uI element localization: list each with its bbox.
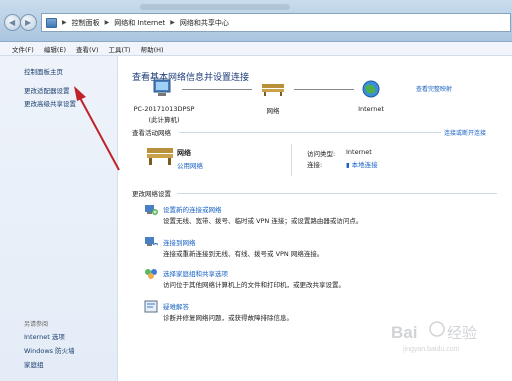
address-bar[interactable]: ▶ 控制面板 ▶ 网络和 Internet ▶ 网络和共享中心 bbox=[41, 13, 511, 32]
baidu-watermark-logo: Bai 经验 jingyan.baidu.com bbox=[391, 321, 477, 353]
internet-label: Internet bbox=[358, 105, 384, 113]
connect-network-icon bbox=[145, 237, 158, 246]
window-title-blurred bbox=[140, 4, 290, 10]
task-troubleshoot[interactable]: 疑难解答 bbox=[163, 301, 189, 311]
forward-arrow-icon: ▶ bbox=[25, 18, 32, 27]
network-type-link[interactable]: 公用网络 bbox=[177, 160, 203, 170]
connect-disconnect-link[interactable]: 连接或断开连接 bbox=[444, 128, 486, 137]
task-setup-connection-desc: 设置无线、宽带、拨号、临时或 VPN 连接；或设置路由器或访问点。 bbox=[163, 217, 363, 225]
active-networks-header: 查看活动网络 bbox=[132, 129, 171, 137]
menu-bar: 文件(F) 编辑(E) 查看(V) 工具(T) 帮助(H) bbox=[0, 42, 512, 56]
page-title: 查看基本网络信息并设置连接 bbox=[132, 73, 250, 83]
local-connection-text: 本地连接 bbox=[351, 161, 378, 169]
svg-text:Bai: Bai bbox=[391, 323, 417, 342]
public-network-bench-icon bbox=[147, 148, 173, 165]
task-homegroup-desc: 访问位于其他网络计算机上的文件和打印机，或更改共享设置。 bbox=[163, 281, 345, 289]
sidebar-item-adapter-settings[interactable]: 更改适配器设置 bbox=[24, 85, 70, 95]
chevron-right-icon: ▶ bbox=[62, 19, 67, 26]
see-also-homegroup[interactable]: 家庭组 bbox=[24, 359, 44, 369]
computer-name-label: PC-20171013DPSP bbox=[133, 105, 195, 113]
menu-file[interactable]: 文件(F) bbox=[12, 44, 34, 54]
troubleshoot-icon bbox=[144, 300, 158, 313]
see-also-title: 另请参阅 bbox=[24, 321, 49, 328]
back-button[interactable]: ◀ bbox=[4, 14, 21, 31]
menu-tools[interactable]: 工具(T) bbox=[109, 44, 131, 54]
network-bench-icon bbox=[262, 84, 284, 96]
view-full-map-link[interactable]: 查看完整映射 bbox=[416, 84, 452, 93]
active-networks-divider bbox=[179, 132, 441, 133]
access-type-value: Internet bbox=[346, 148, 372, 156]
change-settings-divider bbox=[177, 193, 497, 194]
task-setup-connection[interactable]: 设置新的连接或网络 bbox=[163, 204, 222, 214]
sidebar-item-home[interactable]: 控制面板主页 bbox=[24, 66, 63, 76]
forward-button[interactable]: ▶ bbox=[20, 14, 37, 31]
see-also-firewall[interactable]: Windows 防火墙 bbox=[24, 345, 75, 355]
task-connect-network[interactable]: 连接到网络 bbox=[163, 237, 196, 247]
internet-globe-icon bbox=[362, 80, 380, 98]
svg-text:经验: 经验 bbox=[447, 325, 477, 342]
homegroup-icon bbox=[145, 269, 157, 279]
sidebar: 控制面板主页 更改适配器设置 更改高级共享设置 另请参阅 Internet 选项… bbox=[0, 56, 118, 381]
task-troubleshoot-desc: 诊断并修复网络问题，或获得故障排除信息。 bbox=[163, 314, 293, 322]
map-line-1 bbox=[182, 89, 252, 90]
control-panel-icon bbox=[46, 17, 57, 28]
access-type-label: 访问类型: bbox=[307, 150, 336, 158]
map-line-2 bbox=[294, 89, 354, 90]
task-connect-network-desc: 连接或重新连接到无线、有线、拨号或 VPN 网络连接。 bbox=[163, 250, 324, 258]
change-settings-header: 更改网络设置 bbox=[132, 190, 171, 198]
breadcrumb-network-center[interactable]: 网络和共享中心 bbox=[180, 18, 229, 28]
breadcrumb-network-internet[interactable]: 网络和 Internet bbox=[114, 18, 165, 28]
active-network-name: 网络 bbox=[177, 149, 191, 157]
breadcrumb-control-panel[interactable]: 控制面板 bbox=[72, 18, 100, 28]
new-connection-icon bbox=[145, 205, 158, 215]
menu-edit[interactable]: 编辑(E) bbox=[44, 44, 66, 54]
chevron-right-icon: ▶ bbox=[104, 19, 110, 26]
back-arrow-icon: ◀ bbox=[9, 18, 16, 27]
network-label: 网络 bbox=[266, 107, 280, 115]
menu-view[interactable]: 查看(V) bbox=[76, 44, 99, 54]
computer-icon bbox=[153, 79, 171, 96]
menu-help[interactable]: 帮助(H) bbox=[141, 44, 164, 54]
see-also-internet-options[interactable]: Internet 选项 bbox=[24, 331, 65, 341]
chevron-right-icon: ▶ bbox=[170, 19, 175, 26]
connections-label: 连接: bbox=[307, 161, 323, 169]
window-title-bar: ◀ ▶ ▶ 控制面板 ▶ 网络和 Internet ▶ 网络和共享中心 bbox=[0, 0, 512, 42]
svg-text:jingyan.baidu.com: jingyan.baidu.com bbox=[402, 346, 460, 353]
sidebar-item-advanced-sharing[interactable]: 更改高级共享设置 bbox=[24, 98, 76, 108]
active-network-divider bbox=[291, 144, 292, 176]
local-connection-link[interactable]: ▮ 本地连接 bbox=[346, 159, 378, 169]
task-homegroup[interactable]: 选择家庭组和共享选项 bbox=[163, 268, 228, 278]
computer-sub-label: (此计算机) bbox=[148, 116, 180, 124]
